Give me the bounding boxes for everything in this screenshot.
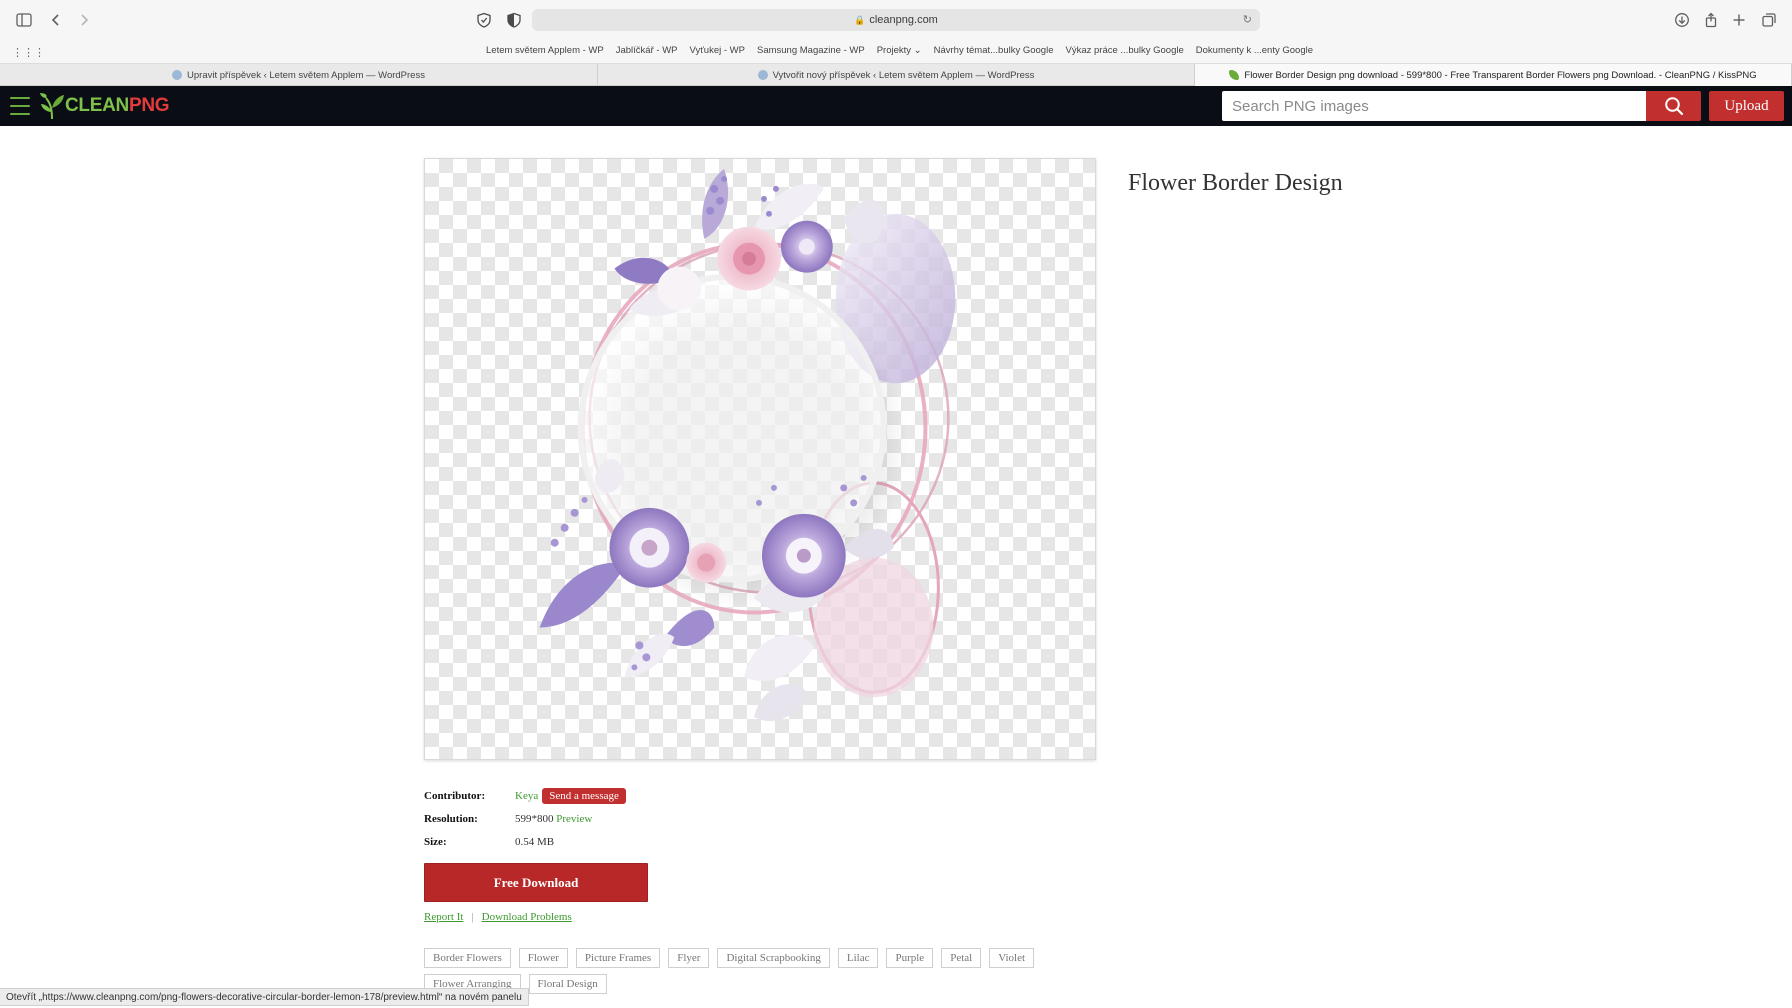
tag-item[interactable]: Digital Scrapbooking [717, 948, 830, 968]
sidebar-toggle-icon[interactable] [14, 10, 34, 30]
logo-png-text: PNG [128, 95, 170, 116]
tag-item[interactable]: Flyer [668, 948, 710, 968]
resolution-text: 599*800 [515, 812, 554, 825]
tag-item[interactable]: Violet [989, 948, 1035, 968]
browser-status-bar: Otevřít „https://www.cleanpng.com/png-fl… [0, 988, 529, 1006]
bookmark-item[interactable]: Vyťukej - WP [690, 45, 745, 56]
tag-item[interactable]: Petal [941, 948, 982, 968]
tag-item[interactable]: Picture Frames [575, 948, 661, 968]
bookmark-item[interactable]: Jablíčkář - WP [616, 45, 678, 56]
send-message-button[interactable]: Send a message [542, 787, 626, 804]
tab-title: Vytvořit nový příspěvek ‹ Letem světem A… [772, 69, 1035, 81]
bookmarks-bar: ⋮⋮⋮ Letem světem Applem - WP Jablíčkář -… [0, 40, 1792, 64]
product-preview-image[interactable] [424, 158, 1096, 760]
search-button[interactable] [1646, 91, 1701, 121]
bookmark-item[interactable]: Samsung Magazine - WP [757, 45, 865, 56]
apps-grid-icon[interactable]: ⋮⋮⋮ [12, 46, 45, 59]
forward-icon[interactable] [74, 10, 94, 30]
free-download-button[interactable]: Free Download [424, 863, 648, 902]
tag-item[interactable]: Floral Design [528, 974, 607, 994]
reload-icon[interactable]: ↻ [1243, 13, 1252, 26]
download-links-row: Report It | Download Problems [424, 911, 572, 923]
site-header: CLEANPNG Upload [0, 86, 1792, 126]
resolution-label: Resolution: [424, 812, 478, 825]
leaf-logo-icon [40, 93, 64, 120]
resolution-row: Resolution: 599*800 Preview [424, 807, 626, 830]
flower-border-illustration [539, 168, 956, 722]
bookmark-item[interactable]: Letem světem Applem - WP [486, 45, 604, 56]
content-blocker-icon[interactable] [504, 10, 524, 30]
search-icon [1664, 97, 1683, 116]
url-text: cleanpng.com [869, 14, 938, 26]
download-problems-link[interactable]: Download Problems [482, 911, 572, 923]
menu-hamburger-icon[interactable] [10, 97, 30, 115]
report-it-link[interactable]: Report It [424, 911, 463, 923]
size-value: 0.54 MB [515, 835, 555, 848]
link-separator: | [471, 911, 474, 923]
size-label: Size: [424, 835, 447, 848]
bookmark-item[interactable]: Návrhy témat...bulky Google [934, 45, 1054, 56]
tag-item[interactable]: Flower [518, 948, 568, 968]
bookmark-folder-projekty[interactable]: Projekty ⌄ [877, 45, 922, 56]
contributor-value: Keya Send a message [515, 787, 626, 804]
wordpress-favicon-icon [757, 70, 768, 80]
preview-link[interactable]: Preview [556, 813, 592, 825]
tab-vytvorit-prispevek[interactable]: Vytvořit nový příspěvek ‹ Letem světem A… [598, 64, 1195, 86]
resolution-value: 599*800 Preview [515, 813, 592, 825]
tag-item[interactable]: Purple [886, 948, 934, 968]
tab-bar: Upravit příspěvek ‹ Letem světem Applem … [0, 64, 1792, 86]
downloads-icon[interactable] [1672, 10, 1692, 30]
new-tab-icon[interactable] [1729, 10, 1749, 30]
product-title: Flower Border Design [1128, 170, 1343, 196]
bookmark-item[interactable]: Výkaz práce ...bulky Google [1065, 45, 1183, 56]
logo-wordmark: CLEANPNG [65, 95, 170, 117]
address-bar[interactable]: 🔒 cleanpng.com ↻ [532, 9, 1260, 31]
share-icon[interactable] [1701, 10, 1721, 30]
back-icon[interactable] [46, 10, 66, 30]
lock-icon: 🔒 [854, 14, 866, 25]
tab-title: Upravit příspěvek ‹ Letem světem Applem … [187, 69, 425, 81]
bookmark-item[interactable]: Dokumenty k ...enty Google [1196, 45, 1313, 56]
tab-upravit-prispevek[interactable]: Upravit příspěvek ‹ Letem světem Applem … [0, 64, 598, 86]
contributor-link[interactable]: Keya [515, 790, 538, 802]
tab-title: Flower Border Design png download - 599*… [1244, 69, 1757, 81]
bookmark-list: Letem světem Applem - WP Jablíčkář - WP … [486, 45, 1313, 56]
contributor-label: Contributor: [424, 789, 486, 802]
browser-toolbar: 🔒 cleanpng.com ↻ [0, 0, 1792, 40]
upload-button[interactable]: Upload [1709, 91, 1784, 121]
size-row: Size: 0.54 MB [424, 830, 626, 853]
cleanpng-favicon-icon [1229, 70, 1240, 80]
cleanpng-logo[interactable]: CLEANPNG [40, 92, 170, 120]
search-input[interactable] [1222, 91, 1646, 121]
tab-cleanpng-active[interactable]: Flower Border Design png download - 599*… [1195, 64, 1792, 86]
wordpress-favicon-icon [172, 70, 183, 80]
tab-overview-icon[interactable] [1759, 10, 1779, 30]
tag-item[interactable]: Lilac [837, 948, 879, 968]
logo-clean-text: CLEAN [65, 95, 129, 116]
product-meta: Contributor: Keya Send a message Resolut… [424, 784, 626, 853]
tag-item[interactable]: Border Flowers [424, 948, 511, 968]
privacy-shield-icon[interactable] [474, 10, 494, 30]
contributor-row: Contributor: Keya Send a message [424, 784, 626, 807]
